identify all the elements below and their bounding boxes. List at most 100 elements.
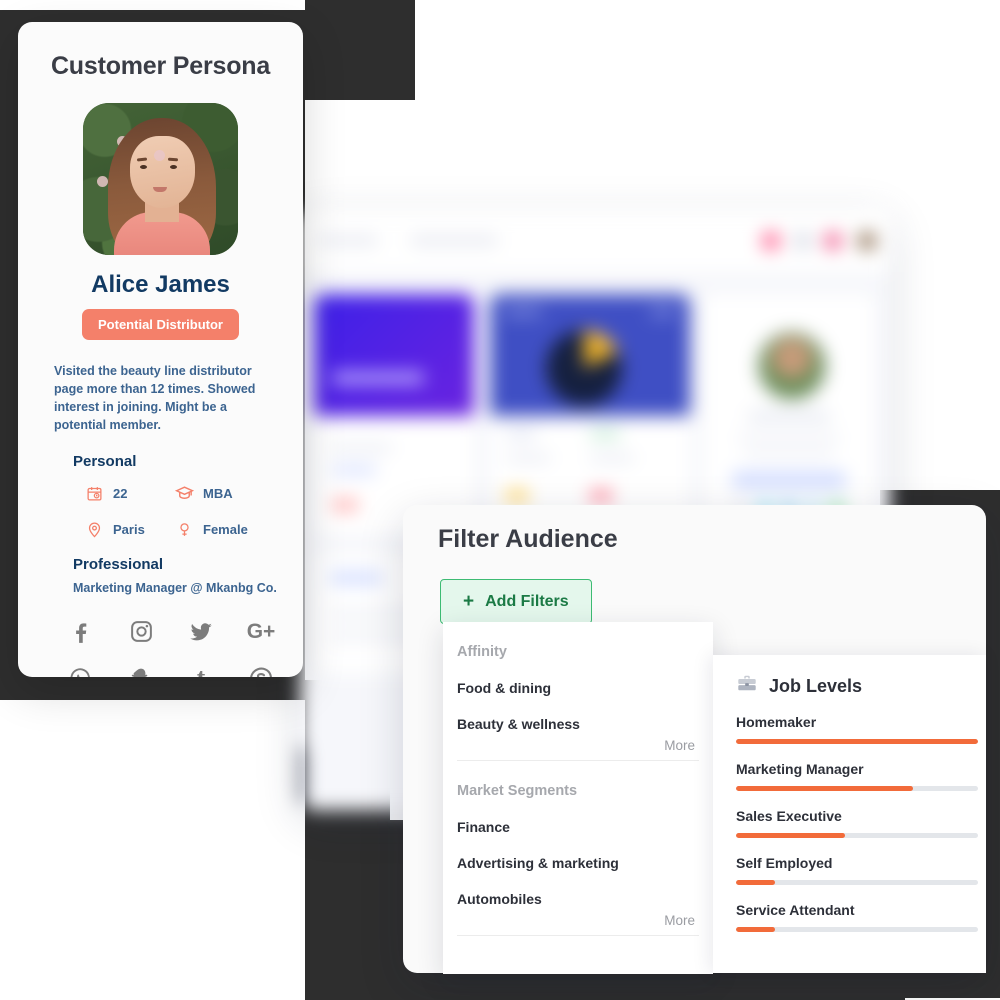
- donut-chart-icon: [546, 330, 622, 406]
- photo-brow: [168, 157, 179, 162]
- whatsapp-icon[interactable]: [66, 663, 96, 677]
- dashboard-icon: [762, 232, 780, 250]
- job-levels-title: Job Levels: [769, 676, 863, 696]
- dashboard-card-line: [330, 572, 382, 584]
- dashboard-card-line: [748, 412, 830, 421]
- dashboard-card: [314, 294, 474, 534]
- dashboard-card-line: [332, 466, 376, 474]
- job-level-progress-track: [736, 739, 978, 744]
- dropdown-separator: [457, 760, 699, 761]
- fact-age: 22: [84, 484, 174, 504]
- dropdown-item[interactable]: Food & dining: [457, 680, 713, 696]
- job-level-progress-fill: [736, 880, 775, 885]
- dashboard-card-line: [744, 450, 834, 457]
- job-levels-panel: Job Levels Homemaker Marketing Manager Sal…: [713, 655, 986, 973]
- dashboard-profile-card: [704, 294, 874, 534]
- dashboard-card-title-placeholder: [332, 372, 424, 384]
- facts-row: Paris Female: [84, 520, 264, 540]
- job-level-row: Marketing Manager: [736, 761, 986, 791]
- avatar: [756, 330, 828, 402]
- dashboard-card-line: [590, 430, 620, 438]
- status-badge-wrap: Potential Distributor: [18, 309, 303, 340]
- dashboard-card-line: [506, 490, 528, 502]
- professional-value: Marketing Manager @ Mkanbg Co.: [73, 580, 277, 595]
- dropdown-more-link[interactable]: More: [443, 907, 713, 928]
- tumblr-icon[interactable]: t: [186, 663, 216, 678]
- dashboard-nav-item: [318, 236, 378, 245]
- fact-education: MBA: [174, 484, 264, 504]
- job-level-row: Self Employed: [736, 855, 986, 885]
- snapchat-icon[interactable]: [126, 663, 156, 677]
- section-heading-professional: Professional: [73, 555, 164, 573]
- instagram-icon[interactable]: [126, 617, 156, 647]
- female-gender-icon: [174, 520, 194, 540]
- section-heading-personal: Personal: [73, 452, 137, 470]
- screenshot-stage: Customer Persona Alice James Potential D…: [0, 0, 1000, 1000]
- dashboard-sidebar-panel: [300, 742, 304, 810]
- persona-facts: 22 MBA Paris Female: [84, 484, 264, 540]
- fact-gender: Female: [174, 520, 264, 540]
- dashboard-card-line: [738, 434, 840, 441]
- twitter-icon[interactable]: [186, 617, 216, 647]
- dashboard-card-line: [590, 454, 634, 462]
- social-links: G+ t: [66, 617, 276, 678]
- calendar-icon: [84, 484, 104, 504]
- job-levels-header: Job Levels: [736, 673, 986, 700]
- facebook-icon[interactable]: [66, 617, 96, 647]
- job-level-label: Service Attendant: [736, 902, 855, 918]
- skype-icon[interactable]: [246, 663, 276, 677]
- dropdown-group-label: Market Segments: [457, 783, 578, 799]
- dashboard-card-line: [650, 308, 676, 316]
- google-plus-icon[interactable]: G+: [246, 617, 276, 647]
- dashboard-card-header: [490, 294, 690, 416]
- dashboard-icon: [794, 232, 812, 250]
- job-level-label: Homemaker: [736, 714, 817, 730]
- dashboard-card-button: [732, 472, 846, 488]
- backdrop-block-top: [305, 0, 415, 100]
- job-level-progress-fill: [736, 927, 775, 932]
- job-levels-list: Homemaker Marketing Manager Sales Executiv…: [736, 714, 986, 932]
- job-level-label: Marketing Manager: [736, 761, 864, 777]
- fact-education-value: MBA: [203, 486, 233, 501]
- dropdown-item[interactable]: Beauty & wellness: [457, 716, 713, 732]
- job-level-label: Sales Executive: [736, 808, 842, 824]
- fact-gender-value: Female: [203, 522, 248, 537]
- dashboard-card-header: [314, 294, 474, 416]
- dashboard-card-line: [590, 490, 612, 502]
- filter-audience-title: Filter Audience: [438, 525, 618, 553]
- persona-name: Alice James: [91, 271, 230, 298]
- dropdown-more-link[interactable]: More: [443, 732, 713, 753]
- customer-persona-card: Customer Persona Alice James Potential D…: [18, 22, 303, 677]
- dashboard-card-line: [332, 444, 392, 452]
- job-level-row: Homemaker: [736, 714, 986, 744]
- fact-age-value: 22: [113, 486, 128, 501]
- status-badge: Potential Distributor: [82, 309, 239, 340]
- photo-blossom: [96, 175, 108, 187]
- fact-location: Paris: [84, 520, 174, 540]
- page-title: Customer Persona: [50, 52, 271, 80]
- dashboard-card: [490, 294, 690, 534]
- plus-icon: +: [463, 591, 475, 612]
- dashboard-card-line: [332, 499, 358, 511]
- job-level-progress-track: [736, 880, 978, 885]
- persona-description: Visited the beauty line distributor page…: [54, 364, 256, 433]
- add-filters-label: Add Filters: [485, 592, 569, 610]
- job-level-progress-fill: [736, 833, 845, 838]
- add-filters-button[interactable]: + Add Filters: [440, 579, 592, 624]
- photo-face: [129, 136, 195, 208]
- dashboard-card-line: [504, 308, 542, 316]
- dashboard-icon: [824, 232, 842, 250]
- dropdown-group-affinity: Affinity Food & dining Beauty & wellness…: [443, 644, 713, 761]
- social-row: G+: [66, 617, 276, 647]
- facts-row: 22 MBA: [84, 484, 264, 504]
- dashboard-nav-item: [410, 236, 498, 245]
- dropdown-item[interactable]: Finance: [457, 819, 713, 835]
- job-level-progress-fill: [736, 739, 978, 744]
- job-level-row: Sales Executive: [736, 808, 986, 838]
- filters-dropdown-menu[interactable]: Affinity Food & dining Beauty & wellness…: [443, 622, 713, 974]
- job-level-label: Self Employed: [736, 855, 833, 871]
- dropdown-item[interactable]: Advertising & marketing: [457, 855, 713, 871]
- dashboard-card-line: [506, 430, 536, 438]
- job-level-progress-track: [736, 833, 978, 838]
- dropdown-item[interactable]: Automobiles: [457, 891, 713, 907]
